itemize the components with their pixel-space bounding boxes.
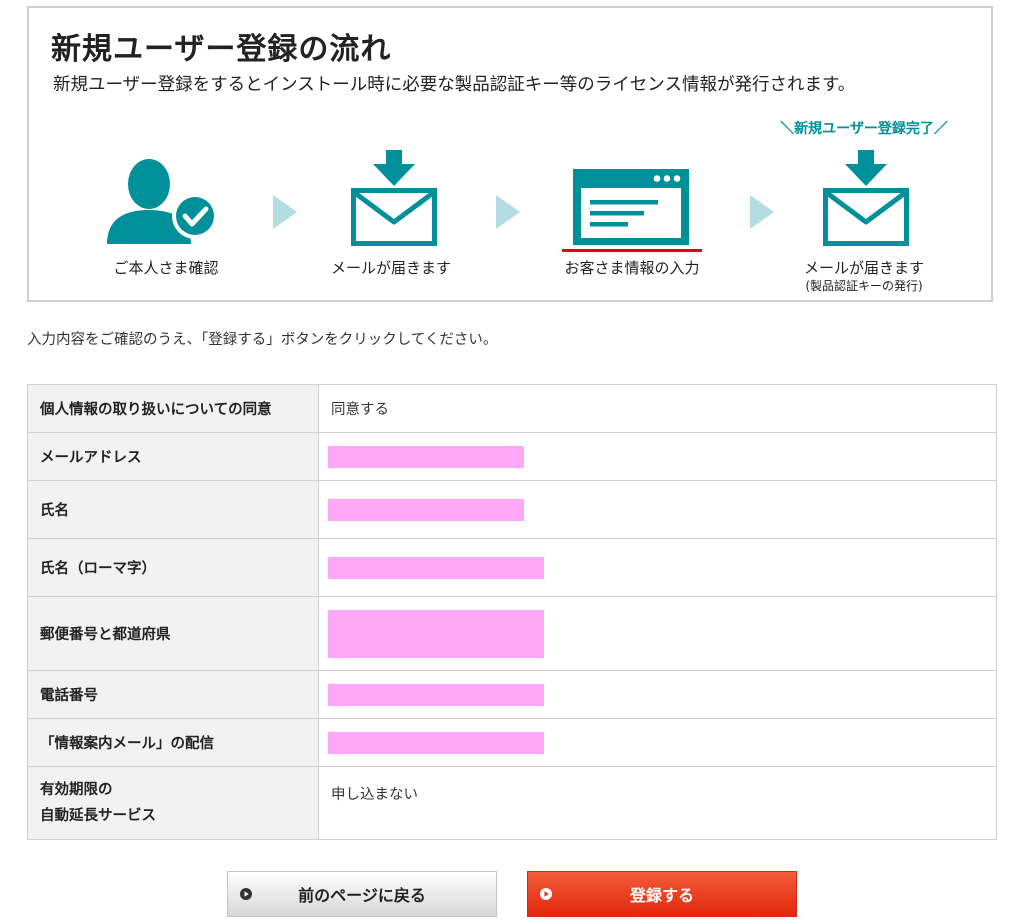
table-row: 氏名 (27, 480, 997, 539)
submit-button-label: 登録する (629, 886, 694, 905)
row-value (318, 538, 997, 597)
step-label-mail: メールが届きます (330, 259, 451, 277)
flow-subtitle: 新規ユーザー登録をするとインストール時に必要な製品認証キー等のライセンス情報が発… (53, 75, 856, 95)
row-value: 同意する (318, 384, 997, 433)
confirm-instruction: 入力内容をご確認のうえ、「登録する」ボタンをクリックしてください。 (27, 332, 498, 348)
table-row: 電話番号 (27, 670, 997, 719)
row-label: 有効期限の 自動延長サービス (27, 766, 319, 840)
masked-value (328, 683, 544, 706)
step-arrow-icon (750, 195, 774, 229)
flow-title: 新規ユーザー登録の流れ (51, 32, 392, 67)
masked-value (328, 498, 524, 521)
row-value: 申し込まない (318, 766, 997, 840)
play-icon (240, 888, 252, 900)
step-label-identity: ご本人さま確認 (113, 259, 219, 277)
row-label-line: 有効期限の (40, 782, 113, 798)
step-label-mail-final: メールが届きます (803, 259, 924, 277)
masked-value (328, 556, 544, 579)
submit-button[interactable]: 登録する (527, 871, 797, 917)
masked-value (328, 609, 544, 658)
masked-value (328, 445, 524, 468)
row-label-line: 自動延長サービス (40, 808, 156, 824)
table-row: 氏名（ローマ字） (27, 538, 997, 597)
back-button-label: 前のページに戻る (298, 886, 426, 905)
back-button[interactable]: 前のページに戻る (227, 871, 497, 917)
masked-value (328, 731, 544, 754)
step-arrow-icon (496, 195, 520, 229)
row-label: 「情報案内メール」の配信 (27, 718, 319, 767)
row-label: 個人情報の取り扱いについての同意 (27, 384, 319, 433)
row-value (318, 480, 997, 539)
step-note-product-key: (製品認証キーの発行) (805, 279, 923, 293)
row-value (318, 596, 997, 671)
registration-complete-tag: ＼新規ユーザー登録完了／ (780, 121, 948, 137)
step-arrow-icon (273, 195, 297, 229)
row-value (318, 670, 997, 719)
registration-flow-panel: 新規ユーザー登録の流れ 新規ユーザー登録をするとインストール時に必要な製品認証キ… (27, 6, 993, 302)
user-check-icon (107, 159, 217, 244)
row-value (318, 718, 997, 767)
row-label: 氏名 (27, 480, 319, 539)
mail-download-icon (823, 150, 909, 246)
row-label: 郵便番号と都道府県 (27, 596, 319, 671)
table-row: 個人情報の取り扱いについての同意 同意する (27, 384, 997, 433)
mail-download-icon (351, 150, 437, 246)
row-label: メールアドレス (27, 432, 319, 481)
active-step-indicator (562, 249, 702, 252)
row-label: 氏名（ローマ字） (27, 538, 319, 597)
confirmation-table: 個人情報の取り扱いについての同意 同意する メールアドレス 氏名 氏名（ローマ字… (27, 384, 997, 840)
table-row: メールアドレス (27, 432, 997, 481)
row-value (318, 432, 997, 481)
table-row: 有効期限の 自動延長サービス 申し込まない (27, 766, 997, 840)
row-label: 電話番号 (27, 670, 319, 719)
table-row: 郵便番号と都道府県 (27, 596, 997, 671)
play-icon (540, 888, 552, 900)
browser-form-icon (573, 169, 689, 245)
table-row: 「情報案内メール」の配信 (27, 718, 997, 767)
step-label-customer-info: お客さま情報の入力 (564, 259, 700, 277)
